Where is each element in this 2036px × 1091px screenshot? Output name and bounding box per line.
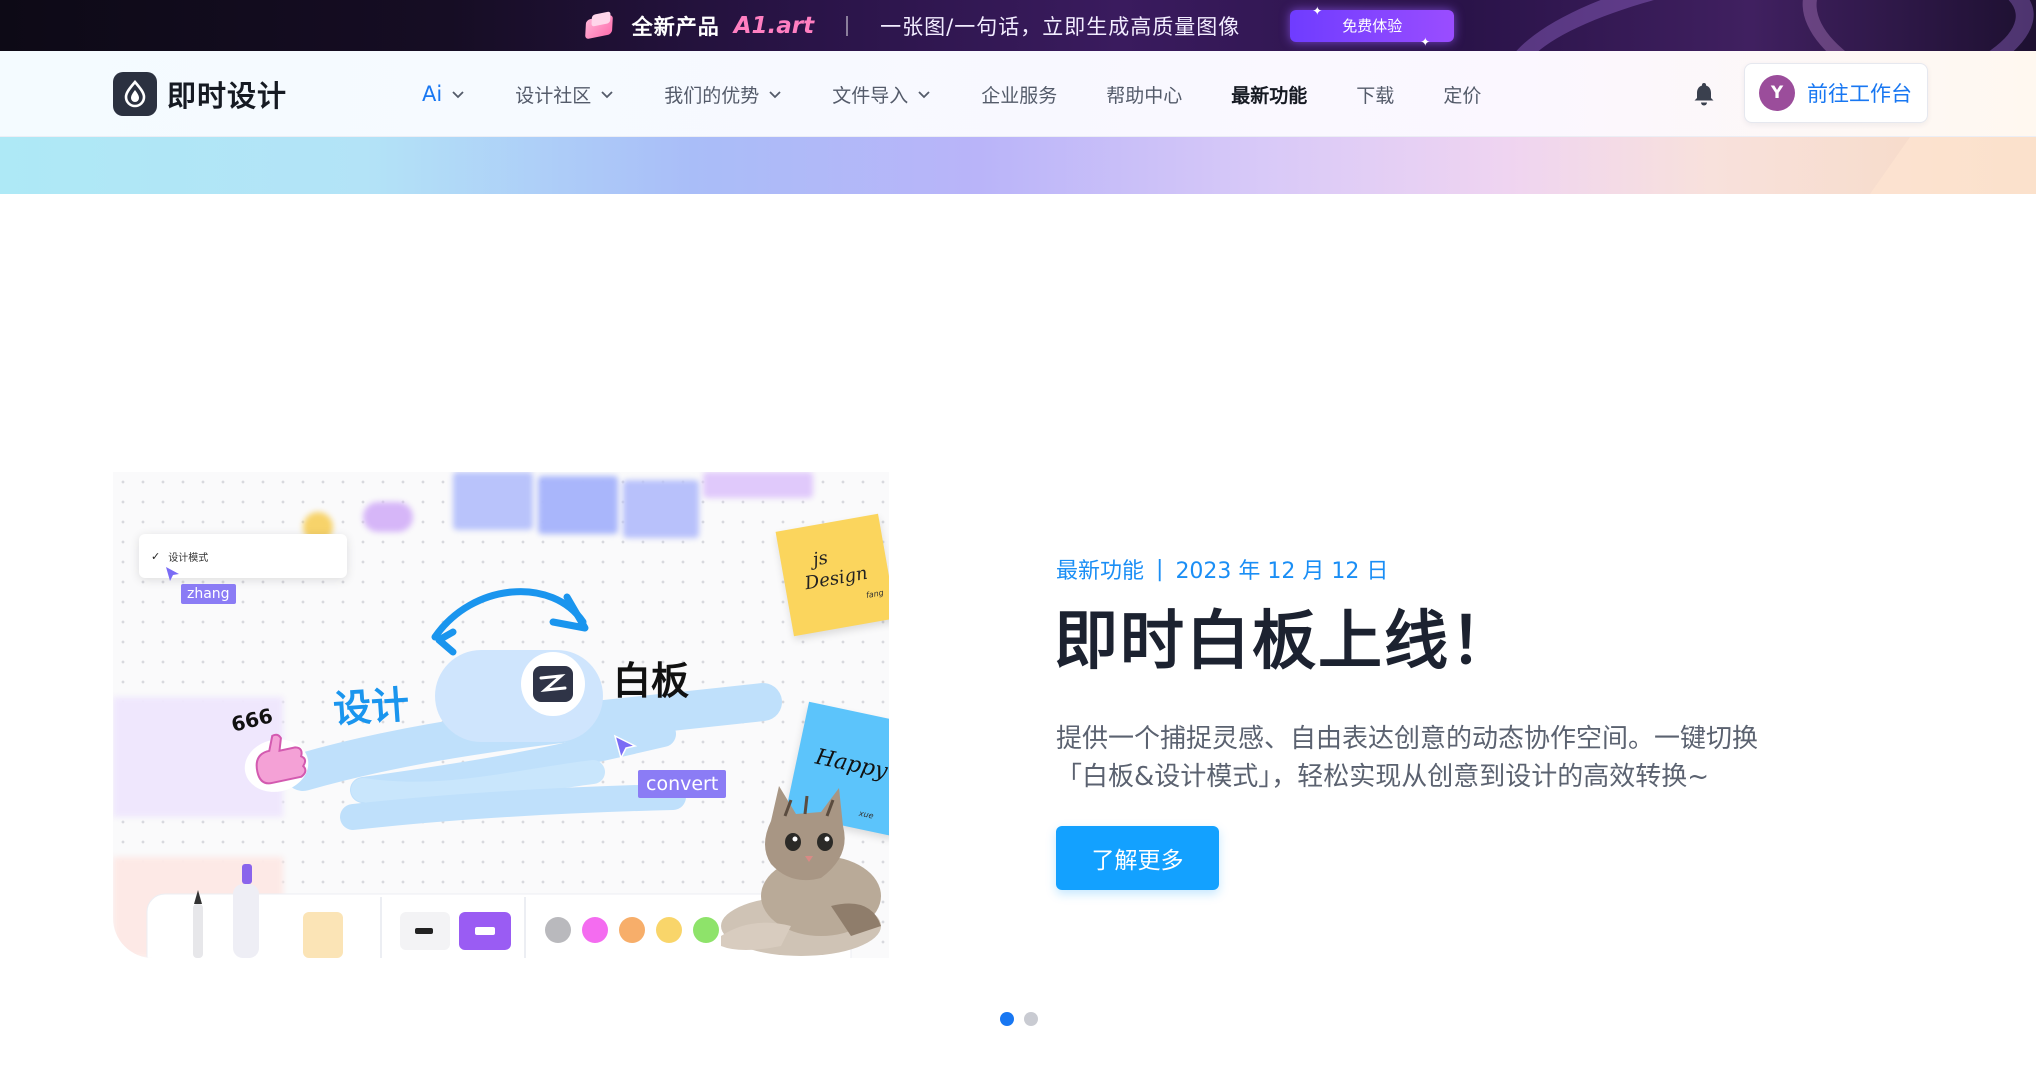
carousel-dot-1[interactable] (1000, 1012, 1014, 1026)
chevron-down-icon (918, 91, 930, 99)
go-to-workspace-button[interactable]: Y 前往工作台 (1744, 63, 1928, 123)
menu-item-label: 下载 (1356, 84, 1395, 107)
brand-logo-link[interactable]: 即时设计 (113, 72, 287, 116)
menu-item-advantages[interactable]: 我们的优势 (664, 81, 783, 108)
promo-product-name: A1.art (733, 12, 815, 39)
menu-item-label: 文件导入 (832, 84, 909, 107)
a1-logo-icon (582, 10, 618, 41)
chevron-down-icon (769, 91, 781, 99)
avatar: Y (1759, 75, 1795, 111)
menu-item-design-community[interactable]: 设计社区 (515, 81, 615, 108)
decorative-gradient-strip (0, 137, 2036, 194)
hero-description-line: 「白板&设计模式」，轻松实现从创意到设计的高效转换~ (1056, 762, 1710, 792)
cursor-icon (166, 567, 179, 581)
sparkle-icon: ✦ (1312, 3, 1323, 18)
brand-name: 即时设计 (167, 79, 288, 113)
hero-description-line: 提供一个捕捉灵感、自由表达创意的动态协作空间。一键切换 (1056, 724, 1759, 754)
free-trial-button[interactable]: ✦ 免费体验 ✦ (1290, 4, 1455, 49)
menu-item-enterprise[interactable]: 企业服务 (981, 81, 1057, 108)
learn-more-button[interactable]: 了解更多 (1056, 826, 1219, 890)
hero-description: 提供一个捕捉灵感、自由表达创意的动态协作空间。一键切换 「白板&设计模式」，轻松… (1056, 720, 1816, 796)
menu-item-label: 我们的优势 (664, 84, 760, 107)
menu-item-ai[interactable]: Ai (422, 82, 466, 106)
promo-product-label: 全新产品 (631, 14, 720, 39)
menu-item-whats-new[interactable]: 最新功能 (1231, 81, 1307, 108)
collaborator-tag: zhang (181, 584, 236, 604)
sticky-note-text: Happy (813, 744, 889, 785)
menu-item-label: 设计社区 (515, 84, 592, 107)
menu-item-label: 帮助中心 (1106, 84, 1183, 107)
check-icon: ✓ (151, 549, 161, 563)
cursor-icon (613, 734, 638, 761)
brand-logo-icon (113, 72, 157, 116)
design-word: 设计 (331, 681, 411, 732)
chevron-down-icon (601, 91, 613, 99)
hero-title: 即时白板上线！ (1054, 605, 1516, 679)
workspace-button-label: 前往工作台 (1807, 82, 1912, 106)
carousel-pagination (1000, 1012, 1038, 1026)
release-date: 2023 年 12 月 12 日 (1175, 559, 1389, 584)
chevron-down-icon (452, 91, 464, 99)
promo-divider (846, 15, 849, 36)
menu-item-file-import[interactable]: 文件导入 (832, 81, 932, 108)
top-nav: 即时设计 Ai 设计社区 我们的优势 文件导入 企业服务 帮助中心 最新功能 下… (0, 51, 2036, 137)
sticky-note-text: js (811, 547, 830, 571)
color-swatch (582, 917, 608, 943)
menu-item-help-center[interactable]: 帮助中心 (1106, 81, 1182, 108)
release-meta: 最新功能 | 2023 年 12 月 12 日 (1056, 553, 1388, 585)
promo-content: 全新产品 A1.art 一张图/一句话，立即生成高质量图像 ✦ 免费体验 ✦ (582, 4, 1455, 49)
menu-item-label: 定价 (1443, 84, 1482, 107)
color-swatch (619, 917, 645, 943)
meta-separator: | (1156, 556, 1164, 582)
sticky-note-text: Design (803, 562, 870, 595)
color-swatch (656, 917, 682, 943)
menu-item-label: Ai (422, 82, 443, 106)
menu-item-label: 最新功能 (1231, 84, 1308, 107)
free-trial-label: 免费体验 (1342, 17, 1403, 35)
menu-item-download[interactable]: 下载 (1356, 81, 1394, 108)
sparkle-icon: ✦ (1420, 34, 1431, 49)
carousel-dot-2[interactable] (1024, 1012, 1038, 1026)
color-swatch (545, 917, 571, 943)
whiteboard-word: 白板 (613, 658, 690, 703)
menu-item-label: 企业服务 (981, 84, 1058, 107)
whiteboard-illustration: ✓ 设计模式 zhang 设计 白板 666 convert js Design… (113, 472, 889, 958)
menu-item-pricing[interactable]: 定价 (1443, 81, 1481, 108)
mode-menu-item: 设计模式 (168, 552, 209, 564)
sticky-note-signature: fang (865, 588, 885, 601)
promo-banner[interactable]: 全新产品 A1.art 一张图/一句话，立即生成高质量图像 ✦ 免费体验 ✦ (0, 0, 2036, 51)
promo-tagline: 一张图/一句话，立即生成高质量图像 (880, 14, 1241, 39)
release-category: 最新功能 (1056, 559, 1145, 584)
notification-bell-icon[interactable] (1692, 81, 1716, 107)
sticky-note-yellow: js Design fang (775, 513, 889, 637)
kitten-image (721, 786, 881, 956)
main-menu: Ai 设计社区 我们的优势 文件导入 企业服务 帮助中心 最新功能 下载 定价 (422, 51, 1530, 137)
